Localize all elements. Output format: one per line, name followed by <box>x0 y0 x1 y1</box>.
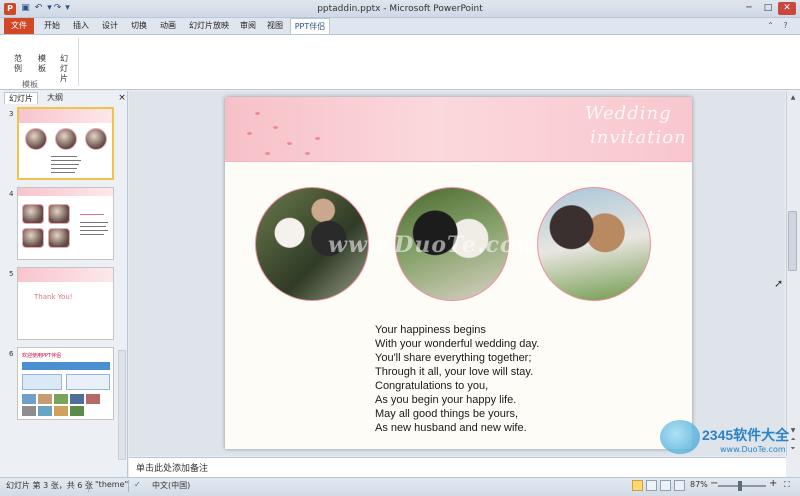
petal-decoration <box>265 152 270 155</box>
slide-title-line-1: Wedding <box>585 103 672 124</box>
tab-design[interactable]: 设计 <box>96 18 124 34</box>
poem-line: Your happiness begins <box>375 324 486 336</box>
watermark-brand: 2345软件大全 <box>702 427 790 443</box>
slide-count-status: 幻灯片 第 3 张，共 6 张 <box>6 481 93 490</box>
zoom-level[interactable]: 87% <box>690 480 708 489</box>
normal-view-button[interactable] <box>632 480 643 491</box>
petal-decoration <box>255 112 260 115</box>
petal-decoration <box>315 137 320 140</box>
notes-pane[interactable] <box>129 457 786 477</box>
tab-insert[interactable]: 插入 <box>67 18 95 34</box>
notes-placeholder[interactable]: 单击此处添加备注 <box>136 461 208 474</box>
spell-check-icon[interactable]: ✓ <box>134 480 141 489</box>
poem-line: As new husband and new wife. <box>375 422 527 434</box>
slide-number: 3 <box>9 110 14 118</box>
slide-thumbnail-5[interactable]: Thank You! <box>17 267 114 340</box>
previous-slide-icon[interactable]: ⏶ <box>788 435 798 444</box>
fit-to-window-icon[interactable]: ⛶ <box>784 480 790 490</box>
poem-text-box[interactable]: Your happiness begins With your wonderfu… <box>375 323 635 435</box>
minimize-button[interactable]: ─ <box>740 2 758 15</box>
close-pane-icon[interactable]: × <box>117 92 127 104</box>
slide-thumbnail-6[interactable]: 欢迎使用PPT伴侣 <box>17 347 114 420</box>
watermark-url: www.DuoTe.com <box>720 445 786 454</box>
poem-line: Congratulations to you, <box>375 380 489 392</box>
zoom-in-button[interactable]: + <box>769 478 777 489</box>
tab-outline-pane[interactable]: 大纲 <box>40 92 70 104</box>
ribbon <box>0 34 800 90</box>
tab-view[interactable]: 视图 <box>262 18 288 34</box>
minimize-ribbon-icon[interactable]: ⌃ <box>765 20 776 31</box>
reading-view-button[interactable] <box>660 480 671 491</box>
language-status[interactable]: 中文(中国) <box>152 480 190 491</box>
slide-vertical-scrollbar[interactable] <box>786 91 800 456</box>
petal-decoration <box>287 142 292 145</box>
window-title: pptaddin.pptx - Microsoft PowerPoint <box>317 4 483 14</box>
tab-ppt-companion[interactable]: PPT伴侣 <box>290 18 330 34</box>
status-divider <box>88 480 89 492</box>
zoom-slider-thumb[interactable] <box>738 481 742 491</box>
current-slide[interactable]: Wedding invitation Your happiness begins… <box>225 97 692 449</box>
petal-decoration <box>305 152 310 155</box>
slideshow-view-button[interactable] <box>674 480 685 491</box>
scroll-up-icon[interactable]: ▲ <box>788 93 798 102</box>
poem-line: May all good things be yours, <box>375 408 519 420</box>
slide-number: 5 <box>9 270 14 278</box>
tab-slideshow[interactable]: 幻灯片放映 <box>184 18 234 34</box>
watermark-logo <box>660 420 700 454</box>
poem-line: You'll share everything together; <box>375 352 532 364</box>
tab-slides-pane[interactable]: 幻灯片 <box>4 92 38 104</box>
theme-status[interactable]: "theme" <box>95 480 128 489</box>
mouse-cursor-icon: ➚ <box>774 277 784 290</box>
slides-pane-scrollbar[interactable] <box>118 350 126 460</box>
close-button[interactable]: ✕ <box>778 2 796 15</box>
tab-transitions[interactable]: 切换 <box>125 18 153 34</box>
status-divider <box>128 480 129 492</box>
slide-title-line-2: invitation <box>590 127 687 148</box>
watermark-text: www.DuoTe.com <box>328 232 540 258</box>
ribbon-group-divider <box>78 38 79 86</box>
wedding-photo-3 <box>537 187 651 301</box>
petal-decoration <box>247 132 252 135</box>
tab-animations[interactable]: 动画 <box>154 18 182 34</box>
slide-number: 6 <box>9 350 14 358</box>
templates-button[interactable]: 模板 <box>36 54 48 74</box>
petal-decoration <box>273 126 278 129</box>
thumbnail-text: Thank You! <box>34 293 73 301</box>
slide-thumbnail-3[interactable] <box>17 107 114 180</box>
scroll-down-icon[interactable]: ▼ <box>788 426 798 435</box>
help-icon[interactable]: ? <box>780 20 791 31</box>
poem-line: Through it all, your love will stay. <box>375 366 534 378</box>
thumbnail-text: 欢迎使用PPT伴侣 <box>22 353 62 359</box>
scrollbar-thumb[interactable] <box>788 211 797 271</box>
restore-button[interactable]: □ <box>759 2 777 15</box>
zoom-slider[interactable] <box>718 485 766 487</box>
tab-home[interactable]: 开始 <box>38 18 66 34</box>
examples-button[interactable]: 范例 <box>12 54 24 74</box>
slides-button[interactable]: 幻灯片 <box>58 54 70 84</box>
next-slide-icon[interactable]: ⏷ <box>788 444 798 453</box>
slide-sorter-view-button[interactable] <box>646 480 657 491</box>
slide-number: 4 <box>9 190 14 198</box>
poem-line: With your wonderful wedding day. <box>375 338 540 350</box>
ribbon-group-label: 模板 <box>22 80 38 89</box>
poem-line: As you begin your happy life. <box>375 394 517 406</box>
zoom-out-button[interactable]: − <box>710 478 718 489</box>
tab-file[interactable]: 文件 <box>4 18 34 34</box>
slide-thumbnail-4[interactable] <box>17 187 114 260</box>
tab-review[interactable]: 审阅 <box>235 18 261 34</box>
